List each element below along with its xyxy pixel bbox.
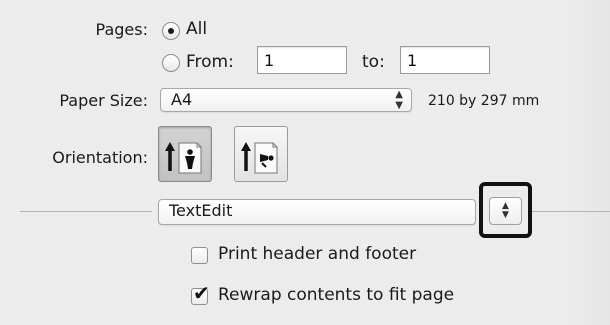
pages-all-label: All [186, 19, 208, 39]
rewrap-checkbox[interactable]: ✔ [191, 283, 210, 305]
section-popup[interactable]: TextEdit [158, 199, 476, 225]
arrow-down-icon: ▼ [502, 210, 509, 220]
pages-from-field[interactable] [257, 46, 347, 74]
pages-to-field[interactable] [400, 46, 490, 74]
pages-to-label: to: [362, 52, 385, 72]
pages-label: Pages: [95, 20, 148, 39]
pages-from-radio[interactable] [162, 54, 180, 72]
portrait-icon [165, 142, 202, 174]
section-popup-value: TextEdit [169, 201, 233, 220]
separator-right [530, 211, 610, 212]
landscape-icon [241, 142, 278, 174]
paper-size-popup[interactable]: A4 ▲ ▼ [160, 88, 412, 112]
orientation-label: Orientation: [52, 148, 148, 167]
print-header-footer-checkbox[interactable] [191, 247, 208, 264]
rewrap-label: Rewrap contents to fit page [218, 285, 455, 305]
section-popup-arrows-button[interactable]: ▲ ▼ [489, 197, 522, 225]
orientation-portrait-button[interactable] [158, 126, 212, 182]
pages-all-radio[interactable] [162, 22, 180, 40]
background-panel-edge [560, 0, 610, 325]
print-header-footer-label: Print header and footer [218, 244, 417, 264]
paper-size-label: Paper Size: [59, 91, 148, 110]
paper-size-value: A4 [171, 90, 193, 109]
paper-dimensions: 210 by 297 mm [428, 93, 540, 109]
separator-left [20, 211, 152, 212]
popup-arrows-icon: ▲ ▼ [395, 89, 403, 111]
checkmark-icon: ✔ [193, 281, 210, 305]
orientation-landscape-button[interactable] [234, 126, 288, 182]
pages-from-label: From: [186, 52, 234, 72]
